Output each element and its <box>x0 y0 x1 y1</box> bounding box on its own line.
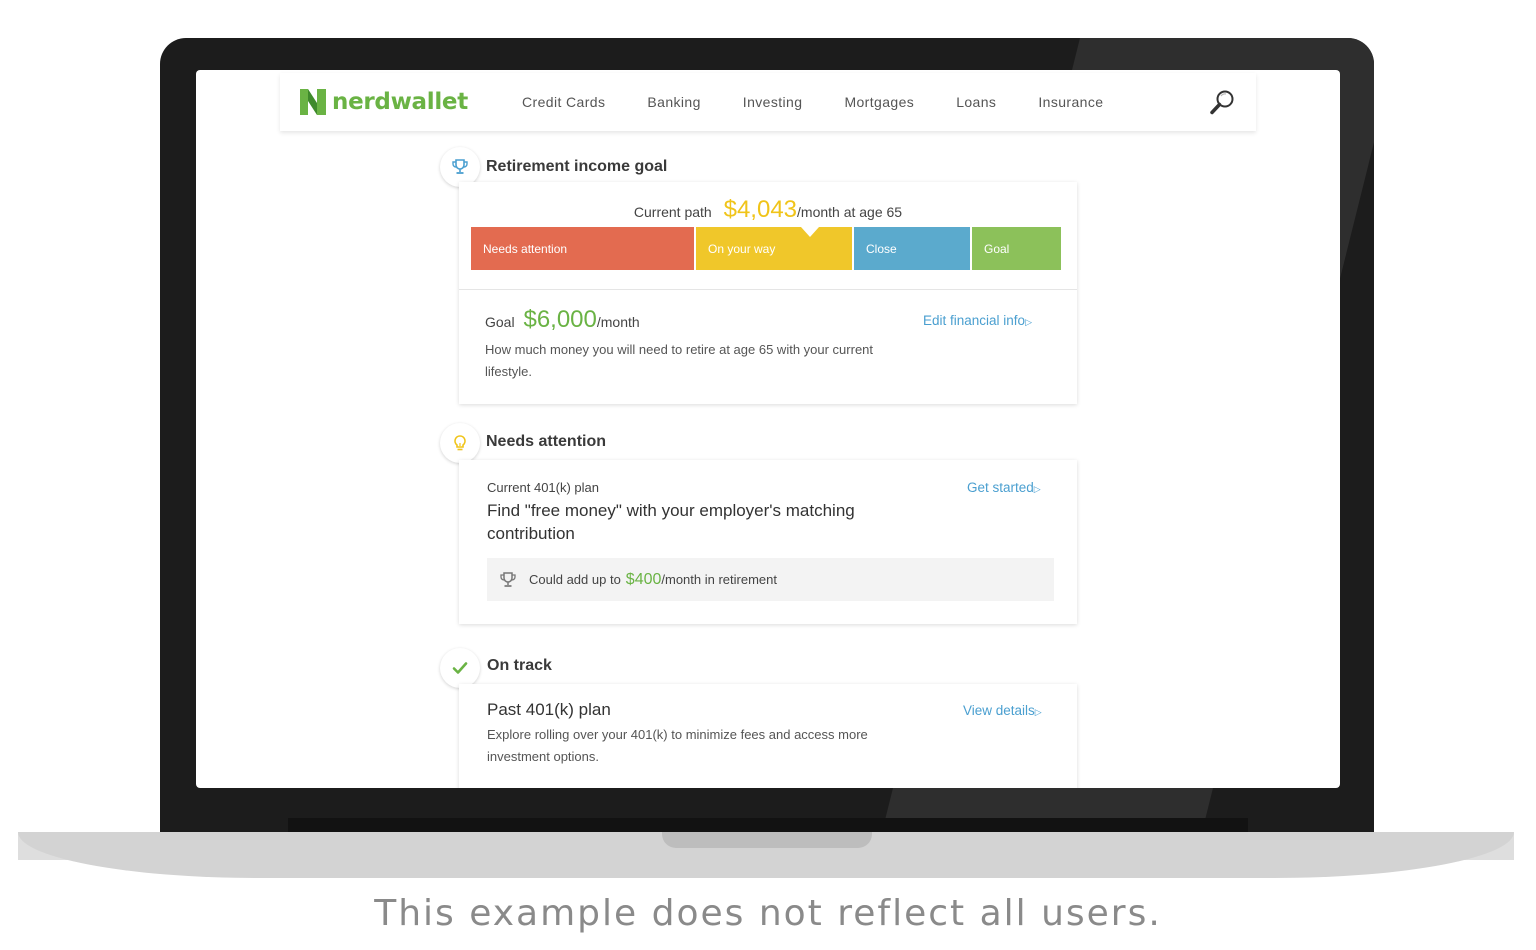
callout-suffix: /month in retirement <box>661 572 777 587</box>
goal-unit: /month <box>596 314 640 330</box>
retirement-goal-card: Current path $4,043/month at age 65 Need… <box>459 182 1077 404</box>
nav-insurance[interactable]: Insurance <box>1038 94 1103 110</box>
goal-label: Goal <box>485 314 515 330</box>
meter-segment-on-your-way: On your way <box>696 227 852 270</box>
goal-description-line-2: lifestyle. <box>485 364 532 379</box>
screen: nerdwallet Credit Cards Banking Investin… <box>196 70 1340 788</box>
arrow-right-icon: ▷ <box>1025 317 1032 327</box>
nav-credit-cards[interactable]: Credit Cards <box>522 94 605 110</box>
potential-gain-callout: Could add up to $400/month in retirement <box>487 558 1054 601</box>
main-nav: Credit Cards Banking Investing Mortgages… <box>522 94 1145 110</box>
current-path-unit: /month at age 65 <box>797 204 903 220</box>
past-401k-description: Explore rolling over your 401(k) to mini… <box>487 724 868 768</box>
progress-meter: Needs attention On your way Close Goal <box>471 227 1061 270</box>
arrow-right-icon: ▷ <box>1034 707 1042 717</box>
disclaimer-caption: This example does not reflect all users. <box>374 893 1162 934</box>
brand-logo[interactable]: nerdwallet <box>300 89 522 115</box>
search-icon[interactable] <box>1210 89 1236 115</box>
current-position-pointer <box>801 227 819 237</box>
nav-investing[interactable]: Investing <box>743 94 803 110</box>
current-path-label: Current path <box>633 204 712 220</box>
laptop-hinge <box>288 818 1248 832</box>
card-divider <box>459 289 1077 290</box>
nav-banking[interactable]: Banking <box>647 94 700 110</box>
edit-financial-info-label: Edit financial info <box>923 313 1026 328</box>
trophy-icon <box>500 571 516 587</box>
meter-segment-goal: Goal <box>972 227 1061 270</box>
goal-description-line-1: How much money you will need to retire a… <box>485 342 874 357</box>
edit-financial-info-link[interactable]: Edit financial info▷ <box>923 313 1032 328</box>
nerdwallet-logo-icon <box>300 89 326 115</box>
view-details-label: View details <box>963 703 1035 718</box>
on-track-card: Past 401(k) plan Explore rolling over yo… <box>459 684 1077 788</box>
current-401k-label: Current 401(k) plan <box>487 480 599 495</box>
goal-description: How much money you will need to retire a… <box>485 339 873 383</box>
past-401k-description-line-2: investment options. <box>487 749 600 764</box>
laptop-notch <box>662 832 872 848</box>
on-track-icon-badge <box>440 648 480 688</box>
stage: nerdwallet Credit Cards Banking Investin… <box>0 0 1536 950</box>
callout-value: $400 <box>625 570 662 588</box>
goal-line: Goal $6,000/month <box>485 306 640 334</box>
meter-segment-needs-attention: Needs attention <box>471 227 694 270</box>
current-path-line: Current path $4,043/month at age 65 <box>459 196 1077 224</box>
retirement-section-title: Retirement income goal <box>486 158 668 175</box>
past-401k-description-line-1: Explore rolling over your 401(k) to mini… <box>487 727 868 742</box>
trophy-icon <box>452 159 468 174</box>
past-401k-headline: Past 401(k) plan <box>487 700 611 719</box>
free-money-headline: Find "free money" with your employer's m… <box>487 499 855 545</box>
current-path-value: $4,043 <box>723 196 798 223</box>
goal-value: $6,000 <box>523 306 597 333</box>
needs-attention-title: Needs attention <box>486 433 607 450</box>
site-header: nerdwallet Credit Cards Banking Investin… <box>280 73 1256 131</box>
retirement-section-icon-badge <box>440 147 480 187</box>
arrow-right-icon: ▷ <box>1033 484 1041 494</box>
meter-segment-close: Close <box>854 227 970 270</box>
nav-loans[interactable]: Loans <box>956 94 996 110</box>
get-started-label: Get started <box>967 480 1034 495</box>
free-money-headline-line-1: Find "free money" with your employer's m… <box>487 501 855 520</box>
callout-prefix: Could add up to <box>529 572 621 587</box>
checkmark-icon <box>452 662 468 674</box>
free-money-headline-line-2: contribution <box>487 524 575 543</box>
brand-name: nerdwallet <box>332 89 468 115</box>
view-details-link[interactable]: View details▷ <box>963 703 1042 718</box>
lightbulb-icon <box>454 435 466 451</box>
needs-attention-card: Current 401(k) plan Find "free money" wi… <box>459 460 1077 624</box>
get-started-link[interactable]: Get started▷ <box>967 480 1041 495</box>
nav-mortgages[interactable]: Mortgages <box>844 94 914 110</box>
needs-attention-icon-badge <box>440 423 480 463</box>
on-track-title: On track <box>487 657 552 674</box>
